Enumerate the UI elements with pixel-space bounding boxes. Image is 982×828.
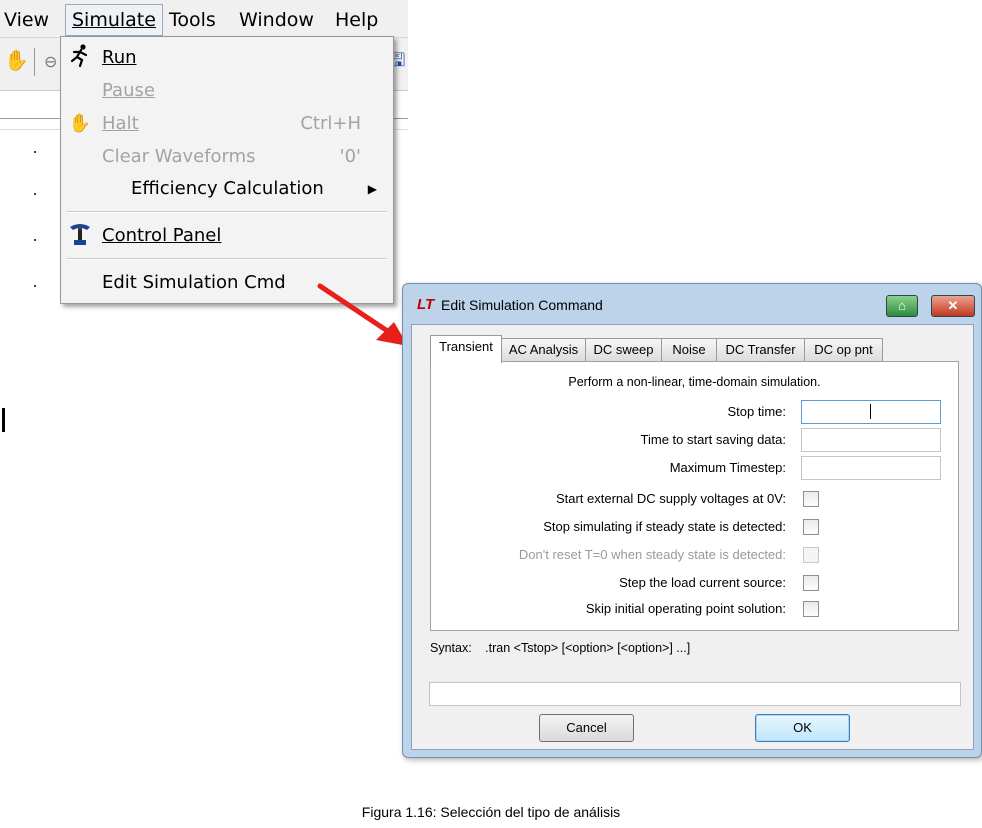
text-caret	[870, 404, 871, 419]
menu-item-clear-waveforms-label: Clear Waveforms	[102, 146, 256, 167]
stop-steady-label: Stop simulating if steady state is detec…	[543, 519, 786, 534]
running-man-icon	[67, 43, 93, 79]
menu-simulate[interactable]: Simulate	[65, 4, 163, 36]
hand-icon[interactable]: ✋	[4, 48, 29, 72]
stop-time-input[interactable]	[801, 400, 941, 424]
dialog-titlebar[interactable]: LT Edit Simulation Command ⌂ ✕	[403, 284, 981, 324]
menu-item-efficiency-label: Efficiency Calculation	[131, 178, 324, 199]
dont-reset-label: Don't reset T=0 when steady state is det…	[518, 547, 786, 562]
syntax-text: .tran <Tstop> [<option> [<option>] ...]	[485, 641, 691, 655]
toolbar-separator	[34, 48, 35, 76]
dialog-title: Edit Simulation Command	[441, 297, 603, 313]
menu-item-edit-simulation-cmd-label: Edit Simulation Cmd	[102, 272, 286, 293]
menu-item-halt-shortcut: Ctrl+H	[300, 113, 361, 134]
tab-dc-sweep[interactable]: DC sweep	[585, 338, 662, 361]
menu-separator	[67, 258, 387, 260]
menu-item-run[interactable]: Run	[61, 43, 391, 73]
menu-window[interactable]: Window	[239, 7, 314, 33]
menu-item-halt-label: Halt	[102, 113, 139, 134]
menu-item-pause-label: Pause	[102, 80, 155, 101]
grid-dot	[34, 285, 36, 287]
tab-noise[interactable]: Noise	[661, 338, 717, 361]
menu-tools[interactable]: Tools	[169, 7, 216, 33]
menu-item-halt[interactable]: ✋ Halt Ctrl+H	[61, 109, 391, 139]
menu-item-run-label: Run	[102, 47, 137, 68]
start-dc-0v-label: Start external DC supply voltages at 0V:	[555, 491, 786, 506]
tab-dc-op-pnt[interactable]: DC op pnt	[804, 338, 883, 361]
figure-caption: Figura 1.16: Selección del tipo de análi…	[361, 804, 621, 820]
grid-dot	[34, 151, 36, 153]
text-cursor	[2, 408, 5, 432]
menu-view[interactable]: View	[4, 7, 49, 33]
close-icon: ✕	[947, 298, 959, 313]
step-load-checkbox[interactable]	[803, 575, 819, 591]
stop-time-label: Stop time:	[727, 404, 786, 419]
menu-item-efficiency[interactable]: Efficiency Calculation ▶	[61, 174, 391, 204]
control-panel-icon	[67, 221, 93, 257]
max-timestep-label: Maximum Timestep:	[669, 460, 786, 475]
menu-simulate-label: Simulate	[72, 9, 156, 31]
syntax-label: Syntax:	[430, 641, 472, 655]
menu-item-control-panel-label: Control Panel	[102, 225, 222, 246]
start-saving-input[interactable]	[801, 428, 941, 452]
skip-op-label: Skip initial operating point solution:	[585, 601, 786, 616]
help-icon: ⌂	[898, 298, 906, 313]
menu-help[interactable]: Help	[335, 7, 378, 33]
tab-ac-analysis[interactable]: AC Analysis	[501, 338, 586, 361]
dont-reset-checkbox[interactable]	[803, 547, 819, 563]
start-dc-0v-checkbox[interactable]	[803, 491, 819, 507]
grid-dot	[34, 193, 36, 195]
close-button[interactable]: ✕	[931, 295, 975, 317]
dialog-client-area: Transient AC Analysis DC sweep Noise DC …	[411, 324, 974, 750]
hand-icon: ✋	[68, 113, 92, 134]
menu-item-control-panel[interactable]: Control Panel	[61, 221, 391, 251]
menu-item-clear-waveforms[interactable]: Clear Waveforms '0'	[61, 142, 391, 172]
cancel-button[interactable]: Cancel	[539, 714, 634, 742]
tab-dc-transfer[interactable]: DC Transfer	[716, 338, 805, 361]
tab-transient[interactable]: Transient	[430, 335, 502, 363]
start-saving-label: Time to start saving data:	[640, 432, 786, 447]
submenu-arrow-icon: ▶	[367, 182, 377, 196]
lt-logo-icon: LT	[417, 296, 435, 313]
edit-simulation-command-dialog: LT Edit Simulation Command ⌂ ✕ Transient…	[402, 283, 982, 758]
command-line-input[interactable]	[429, 682, 961, 706]
syntax-line: Syntax: .tran <Tstop> [<option> [<option…	[430, 641, 690, 655]
skip-op-checkbox[interactable]	[803, 601, 819, 617]
simulate-menu: Run Pause ✋ Halt Ctrl+H Clear Waveforms …	[60, 36, 394, 304]
toolbar-partial-icon[interactable]: ⊖	[44, 52, 57, 71]
transient-panel: Perform a non-linear, time-domain simula…	[430, 361, 959, 631]
grid-dot	[34, 239, 36, 241]
menu-separator	[67, 211, 387, 213]
analysis-description: Perform a non-linear, time-domain simula…	[568, 375, 821, 389]
step-load-label: Step the load current source:	[619, 575, 786, 590]
ok-button[interactable]: OK	[755, 714, 850, 742]
stop-steady-checkbox[interactable]	[803, 519, 819, 535]
menu-item-clear-waveforms-shortcut: '0'	[339, 146, 361, 167]
help-button[interactable]: ⌂	[886, 295, 918, 317]
menu-bar: View Simulate Tools Window Help	[0, 0, 408, 38]
menu-item-pause[interactable]: Pause	[61, 76, 391, 106]
max-timestep-input[interactable]	[801, 456, 941, 480]
